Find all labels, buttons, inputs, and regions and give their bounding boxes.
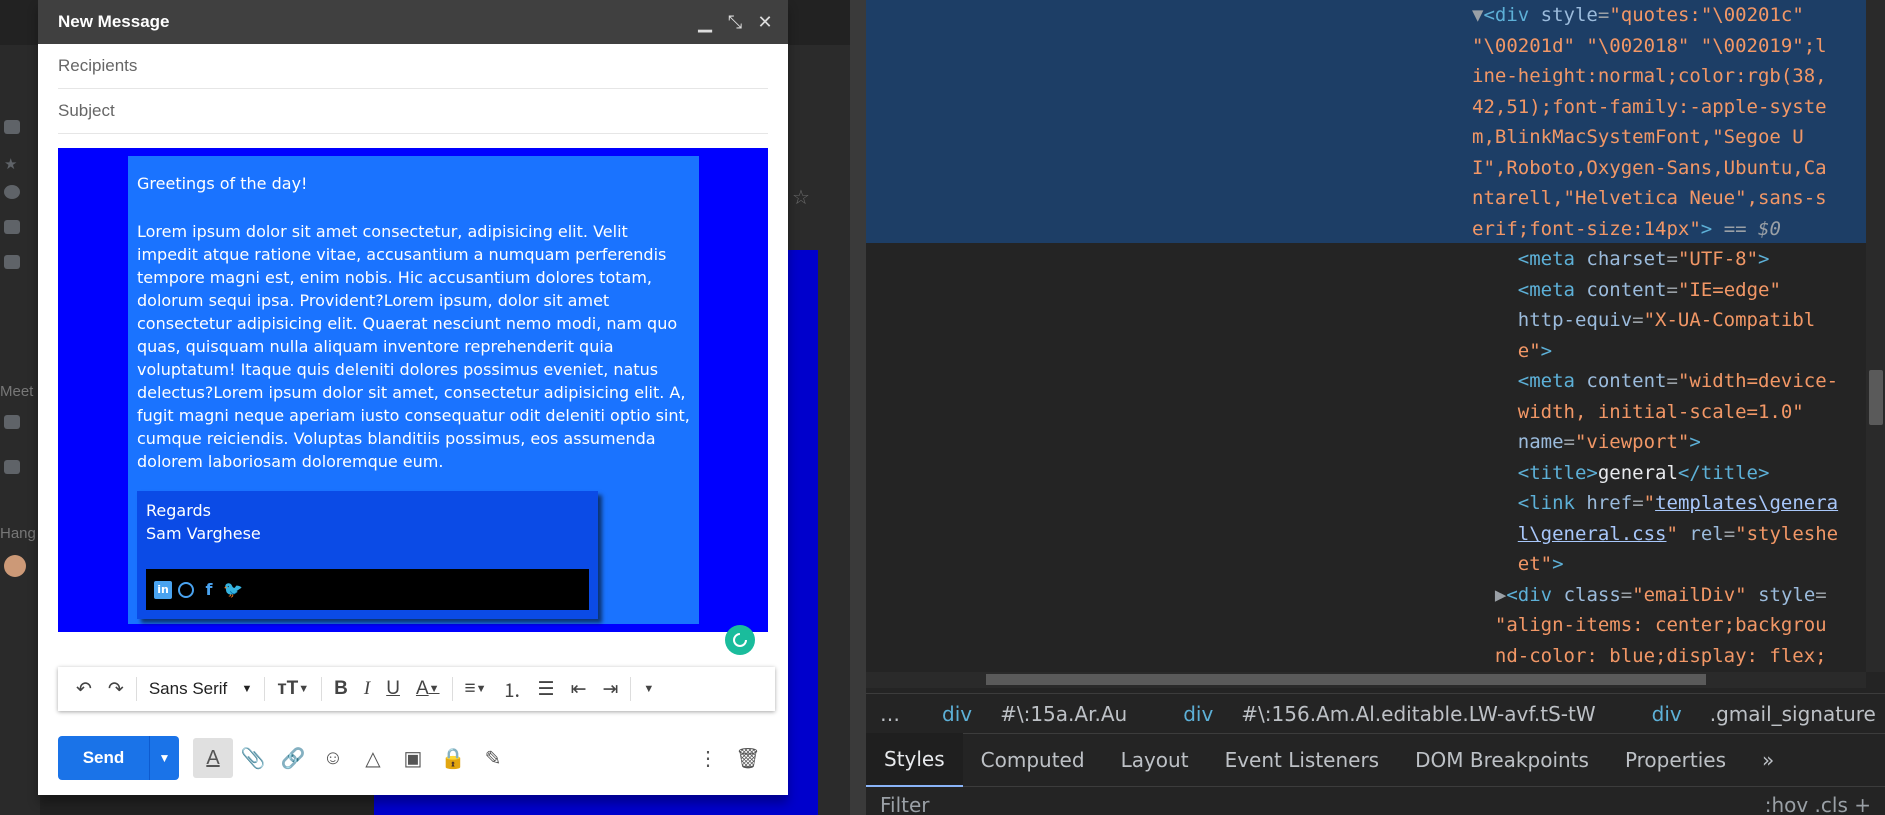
tab-computed[interactable]: Computed: [963, 733, 1103, 787]
confidential-icon[interactable]: 🔒: [433, 738, 473, 778]
grammarly-icon[interactable]: [725, 625, 755, 655]
background-texture: [850, 0, 866, 815]
send-nav-icon[interactable]: [4, 220, 20, 234]
tab-properties[interactable]: Properties: [1607, 733, 1744, 787]
discard-icon[interactable]: 🗑: [728, 738, 768, 778]
redo-icon[interactable]: ↷: [100, 674, 132, 704]
font-select[interactable]: Sans Serif ▼: [141, 674, 261, 704]
styles-filter-input[interactable]: Filter: [880, 793, 930, 815]
body-text: Lorem ipsum dolor sit amet consectetur, …: [137, 222, 690, 471]
divider: [135, 677, 137, 701]
attach-icon[interactable]: 📎: [233, 738, 273, 778]
inbox-icon[interactable]: [4, 120, 20, 134]
bold-icon[interactable]: B: [326, 674, 356, 704]
font-size-icon[interactable]: ᴛT ▼: [269, 674, 317, 704]
elements-tree[interactable]: ▼<div style="quotes:"\00201c" "\00201d" …: [1472, 0, 1866, 671]
facebook-icon[interactable]: f: [200, 580, 218, 599]
send-button[interactable]: Send: [58, 736, 149, 780]
breadcrumb-item[interactable]: div #\:15a.Ar.Au: [914, 702, 1155, 726]
twitter-icon[interactable]: 🐦: [223, 580, 243, 599]
underline-icon[interactable]: U: [378, 674, 408, 704]
italic-icon[interactable]: I: [356, 674, 378, 704]
tab-dom-breakpoints[interactable]: DOM Breakpoints: [1397, 733, 1607, 787]
more-formatting-icon[interactable]: ▼: [635, 674, 662, 704]
email-preview-blue: [788, 250, 818, 790]
divider: [630, 677, 632, 701]
divider: [451, 677, 453, 701]
star-icon[interactable]: ★: [4, 155, 20, 173]
breadcrumb-more[interactable]: …: [866, 702, 914, 726]
sender-name: Sam Varghese: [146, 524, 261, 543]
compose-actions: Send ▼ A 📎 🔗 ☺ △ ▣ 🔒 ✎ ⋮ 🗑: [58, 736, 768, 780]
github-icon[interactable]: [178, 581, 194, 598]
devtools-panel: ▼<div style="quotes:"\00201c" "\00201d" …: [866, 0, 1885, 815]
link-icon[interactable]: 🔗: [273, 738, 313, 778]
breadcrumb-item[interactable]: div .gmail_signature: [1624, 702, 1885, 726]
styles-filter-actions[interactable]: :hov .cls +: [1765, 793, 1871, 815]
clock-icon[interactable]: [4, 185, 20, 199]
breadcrumb: … div #\:15a.Ar.Au div #\:156.Am.Al.editab…: [866, 693, 1885, 733]
subject-field[interactable]: Subject: [58, 89, 768, 134]
signature-block: Regards Sam Varghese in f 🐦: [137, 491, 598, 619]
subject-placeholder: Subject: [58, 101, 115, 120]
scrollbar-thumb[interactable]: [1869, 370, 1883, 425]
message-editor[interactable]: Greetings of the day! Lorem ipsum dolor …: [58, 148, 768, 632]
social-bar: in f 🐦: [146, 569, 589, 610]
linkedin-icon[interactable]: in: [154, 580, 172, 599]
divider: [264, 677, 266, 701]
breadcrumb-item[interactable]: div #\:156.Am.Al.editable.LW-avf.tS-tW: [1155, 702, 1623, 726]
align-icon[interactable]: ≡ ▼: [457, 674, 495, 704]
chevron-down-icon: ▼: [241, 683, 253, 695]
close-button[interactable]: ✕: [750, 7, 780, 37]
compose-header: New Message ▁ ⤡ ✕: [38, 0, 788, 44]
undo-icon[interactable]: ↶: [68, 674, 100, 704]
recipients-field[interactable]: Recipients: [58, 44, 768, 89]
scrollbar-thumb[interactable]: [986, 674, 1706, 685]
photo-icon[interactable]: ▣: [393, 738, 433, 778]
indent-less-icon[interactable]: ⇤: [563, 674, 595, 704]
recipients-placeholder: Recipients: [58, 56, 138, 75]
video-icon[interactable]: [4, 415, 20, 429]
bulleted-list-icon[interactable]: ☰: [530, 674, 563, 704]
expand-button[interactable]: ⤡: [720, 7, 750, 37]
tab-layout[interactable]: Layout: [1103, 733, 1207, 787]
divider: [321, 677, 323, 701]
numbered-list-icon[interactable]: ⒈: [495, 674, 530, 704]
email-template: Greetings of the day! Lorem ipsum dolor …: [128, 156, 699, 624]
file-icon[interactable]: [4, 255, 20, 269]
vertical-scrollbar[interactable]: [1866, 0, 1885, 672]
greeting-text: Greetings of the day!: [137, 174, 308, 193]
schedule-send-button[interactable]: ▼: [149, 736, 179, 780]
format-toolbar: ↶ ↷ Sans Serif ▼ ᴛT ▼ B I U A ▼ ≡ ▼ ⒈ ☰ ⇤ ⇥…: [58, 667, 775, 711]
compose-title: New Message: [58, 12, 170, 31]
indent-more-icon[interactable]: ⇥: [595, 674, 627, 704]
avatar[interactable]: [4, 555, 26, 577]
text-color-icon[interactable]: A ▼: [408, 674, 448, 704]
minimize-button[interactable]: ▁: [690, 7, 720, 37]
tabs-overflow[interactable]: »: [1744, 733, 1792, 787]
drive-icon[interactable]: △: [353, 738, 393, 778]
formatting-options-icon[interactable]: A: [193, 738, 233, 778]
devtools-tabs: Styles Computed Layout Event Listeners D…: [866, 733, 1885, 787]
tab-event-listeners[interactable]: Event Listeners: [1207, 733, 1398, 787]
emoji-icon[interactable]: ☺: [313, 738, 353, 778]
tab-styles[interactable]: Styles: [866, 733, 963, 787]
signature-icon[interactable]: ✎: [473, 738, 513, 778]
star-icon[interactable]: ☆: [792, 185, 810, 210]
regards-text: Regards: [146, 501, 211, 520]
hangouts-label: Hang: [0, 525, 36, 542]
more-options-icon[interactable]: ⋮: [688, 738, 728, 778]
keyboard-icon[interactable]: [4, 460, 20, 474]
compose-window: New Message ▁ ⤡ ✕ Recipients Subject Gre…: [38, 0, 788, 795]
gmail-left-nav: ★ Meet Hang: [0, 45, 40, 815]
font-value: Sans Serif: [148, 679, 228, 698]
meet-label: Meet: [0, 383, 34, 400]
